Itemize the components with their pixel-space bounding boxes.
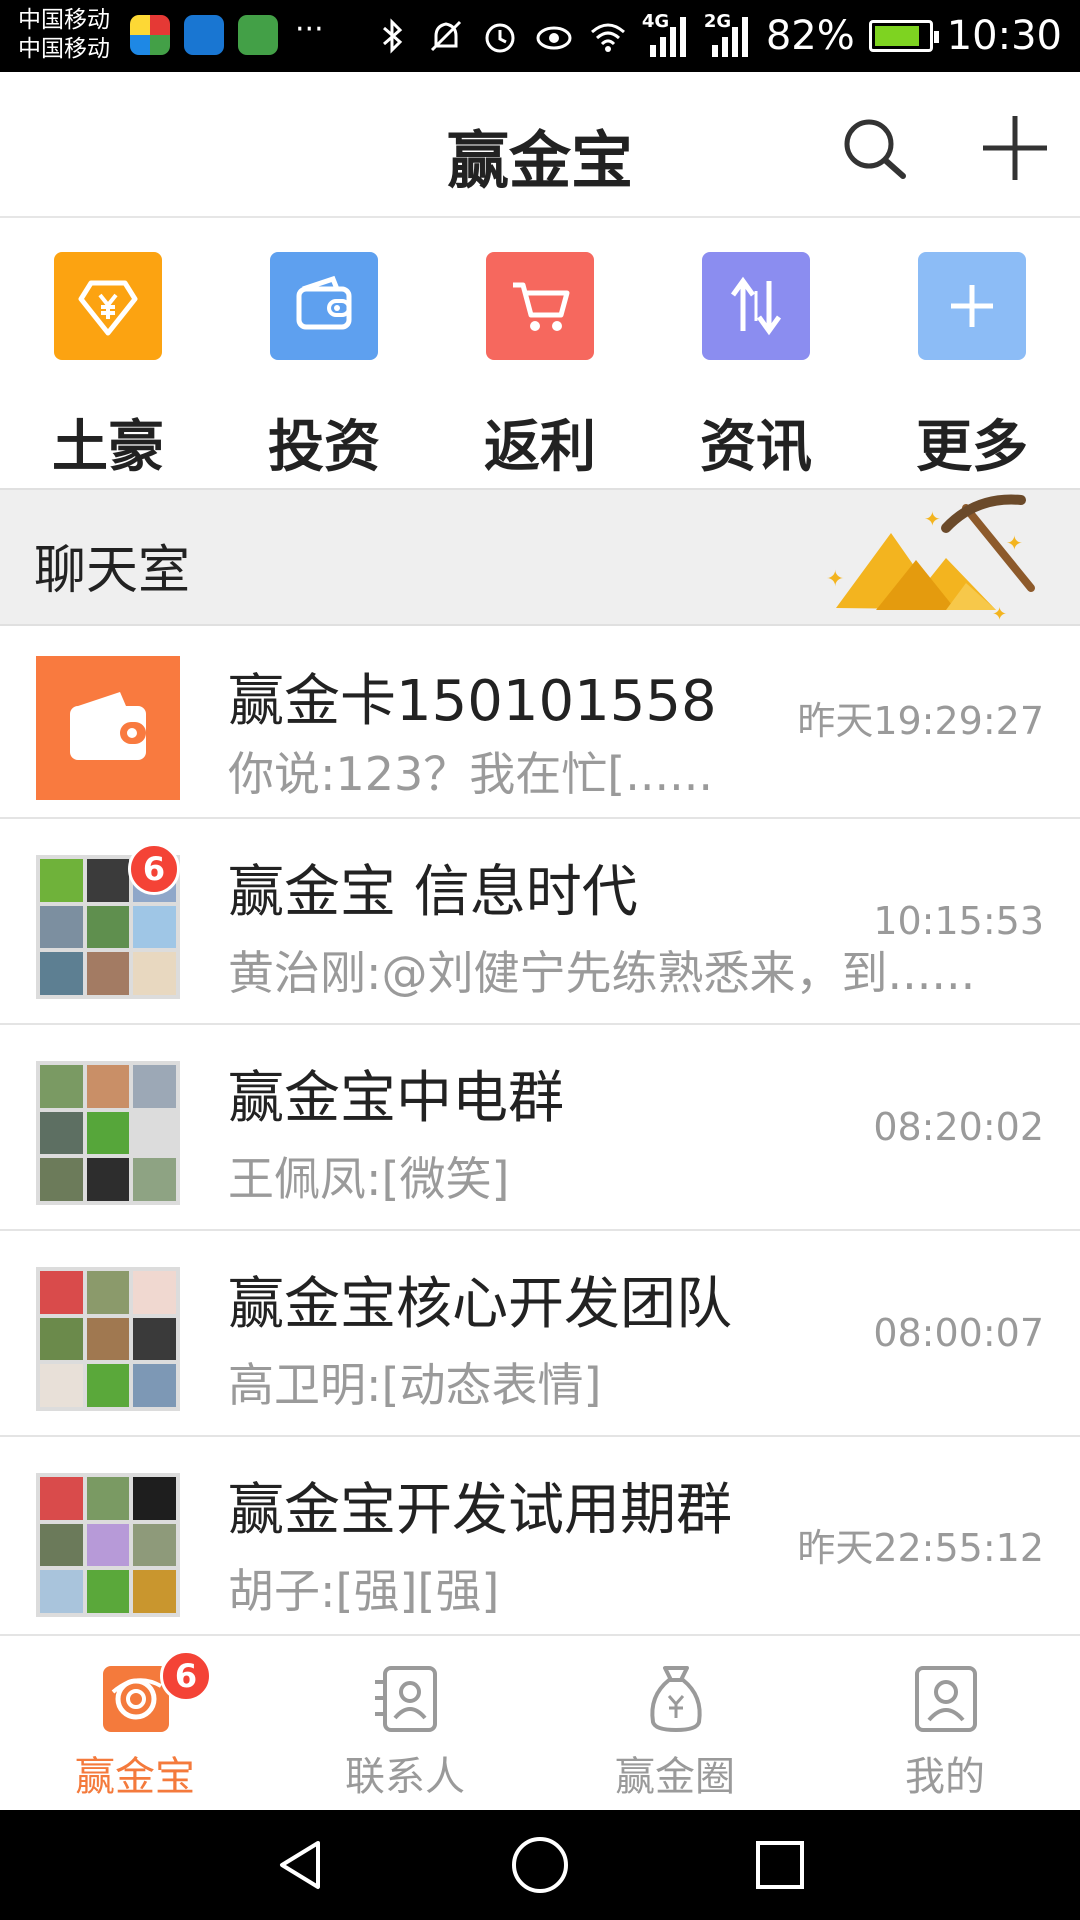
- tab-label: 赢金宝: [75, 1754, 195, 1800]
- app-header: 赢金宝: [0, 72, 1080, 218]
- chat-row[interactable]: 6 赢金宝 信息时代 黄治刚:@刘健宁先练熟悉来，到...... 10:15:5…: [0, 819, 1080, 1025]
- wifi-icon: [590, 23, 625, 52]
- quick-nav-more[interactable]: 更多: [864, 252, 1080, 480]
- tab-label: 我的: [905, 1754, 985, 1800]
- chat-room-banner[interactable]: 聊天室 ✦ ✦ ✦ ✦: [0, 488, 1080, 626]
- chat-time: 08:20:02: [873, 1105, 1044, 1149]
- quick-nav-rebate[interactable]: 返利: [432, 252, 648, 480]
- quick-nav-tuhao[interactable]: 土豪: [0, 252, 216, 480]
- quick-nav-label: 资讯: [700, 415, 812, 480]
- carrier-label-1: 中国移动: [18, 7, 110, 33]
- chat-time: 昨天19:29:27: [797, 699, 1044, 743]
- chat-name: 赢金宝 信息时代: [228, 860, 638, 925]
- group-avatar: [36, 1267, 180, 1411]
- check-app-icon: [238, 15, 278, 55]
- quick-nav-invest[interactable]: 投资: [216, 252, 432, 480]
- svg-text:✦: ✦: [826, 567, 844, 592]
- chat-row[interactable]: 赢金宝中电群 王佩凤:[微笑] 08:20:02: [0, 1025, 1080, 1231]
- status-right: 4G 2G 82% 10:30: [372, 0, 1062, 72]
- alarm-icon: [485, 23, 515, 53]
- avatar: [36, 656, 180, 800]
- chat-last-message: 高卫明:[动态表情]: [228, 1358, 602, 1412]
- money-bag-icon: [650, 1666, 702, 1732]
- tab-home[interactable]: 6 赢金宝: [0, 1636, 270, 1812]
- chat-last-message: 黄治刚:@刘健宁先练熟悉来，到......: [228, 946, 976, 1000]
- chat-row[interactable]: 赢金宝开发试用期群 胡子:[强][强] 昨天22:55:12: [0, 1437, 1080, 1643]
- chat-time: 昨天22:55:12: [797, 1526, 1044, 1570]
- notification-icons: [130, 15, 278, 55]
- carrier-label-2: 中国移动: [18, 36, 110, 62]
- status-bar: 中国移动 中国移动 ··· 4G 2G 82% 10:30: [0, 0, 1080, 72]
- signal-4g-icon: 4G: [641, 11, 690, 59]
- bottom-tab-bar: 6 赢金宝 联系人 赢金圈 我的: [0, 1634, 1080, 1810]
- home-icon[interactable]: [510, 1835, 570, 1895]
- svg-text:✦: ✦: [992, 604, 1007, 625]
- network-type-2g: 2G: [703, 11, 732, 32]
- back-icon[interactable]: [270, 1835, 330, 1895]
- page-title: 赢金宝: [446, 124, 633, 197]
- quick-nav-label: 土豪: [52, 415, 164, 480]
- group-avatar: [36, 1061, 180, 1205]
- battery-icon: [868, 20, 939, 52]
- shield-icon: [184, 15, 224, 55]
- eye-icon: [536, 26, 572, 50]
- quick-nav-label: 投资: [268, 415, 380, 480]
- chat-row[interactable]: 赢金卡150101558 你说:123？我在忙[...... 昨天19:29:2…: [0, 626, 1080, 819]
- recents-icon[interactable]: [750, 1835, 810, 1895]
- gold-mine-pickaxe-icon: ✦ ✦ ✦ ✦: [826, 494, 1035, 625]
- chat-name: 赢金宝开发试用期群: [228, 1478, 732, 1543]
- chat-name: 赢金宝中电群: [228, 1066, 564, 1131]
- chat-time: 10:15:53: [873, 899, 1044, 943]
- chat-row[interactable]: 赢金宝核心开发团队 高卫明:[动态表情] 08:00:07: [0, 1231, 1080, 1437]
- chat-list: 赢金卡150101558 你说:123？我在忙[...... 昨天19:29:2…: [0, 626, 1080, 1643]
- chat-name: 赢金宝核心开发团队: [228, 1272, 732, 1337]
- network-type-4g: 4G: [641, 11, 670, 32]
- app-screen: 中国移动 中国移动 ··· 4G 2G 82% 10:30 赢金宝 土豪 投资 …: [0, 0, 1080, 1920]
- exchange-arrows-icon: [702, 252, 810, 360]
- mute-icon: [430, 20, 461, 52]
- svg-text:✦: ✦: [1006, 531, 1023, 555]
- more-notifications-icon: ···: [295, 12, 324, 47]
- plus-icon[interactable]: [975, 108, 1055, 188]
- tab-contacts[interactable]: 联系人: [270, 1636, 540, 1812]
- search-icon[interactable]: [835, 110, 915, 190]
- group-avatar: [36, 1473, 180, 1617]
- quick-nav: 土豪 投资 返利 资讯 更多: [0, 218, 1080, 488]
- battery-percent: 82%: [765, 13, 855, 59]
- quick-nav-label: 返利: [484, 415, 596, 480]
- profile-icon: [915, 1666, 977, 1732]
- contacts-icon: [375, 1666, 437, 1732]
- quick-nav-news[interactable]: 资讯: [648, 252, 864, 480]
- plus-icon: [918, 252, 1026, 360]
- wallet-icon: [270, 252, 378, 360]
- cart-icon: [486, 252, 594, 360]
- tab-me[interactable]: 我的: [810, 1636, 1080, 1812]
- chat-time: 08:00:07: [873, 1311, 1044, 1355]
- tab-circle[interactable]: 赢金圈: [540, 1636, 810, 1812]
- bluetooth-icon: [382, 18, 403, 54]
- tab-label: 联系人: [345, 1754, 465, 1800]
- tab-unread-badge: 6: [160, 1650, 212, 1702]
- tab-label: 赢金圈: [615, 1754, 735, 1800]
- chat-name: 赢金卡150101558: [228, 669, 717, 734]
- wallet-icon: [70, 692, 146, 760]
- quick-nav-label: 更多: [916, 415, 1028, 480]
- clock: 10:30: [946, 13, 1062, 59]
- diamond-yuan-icon: [54, 252, 162, 360]
- svg-text:✦: ✦: [924, 507, 941, 531]
- system-nav-bar: [0, 1810, 1080, 1920]
- chat-last-message: 王佩凤:[微笑]: [228, 1152, 510, 1206]
- unread-badge: 6: [128, 843, 180, 895]
- chat-last-message: 你说:123？我在忙[......: [228, 747, 713, 801]
- signal-2g-icon: 2G: [703, 11, 752, 59]
- carrier-info: 中国移动 中国移动: [18, 6, 110, 64]
- app-notification-icon: [130, 15, 170, 55]
- section-title: 聊天室: [34, 541, 191, 601]
